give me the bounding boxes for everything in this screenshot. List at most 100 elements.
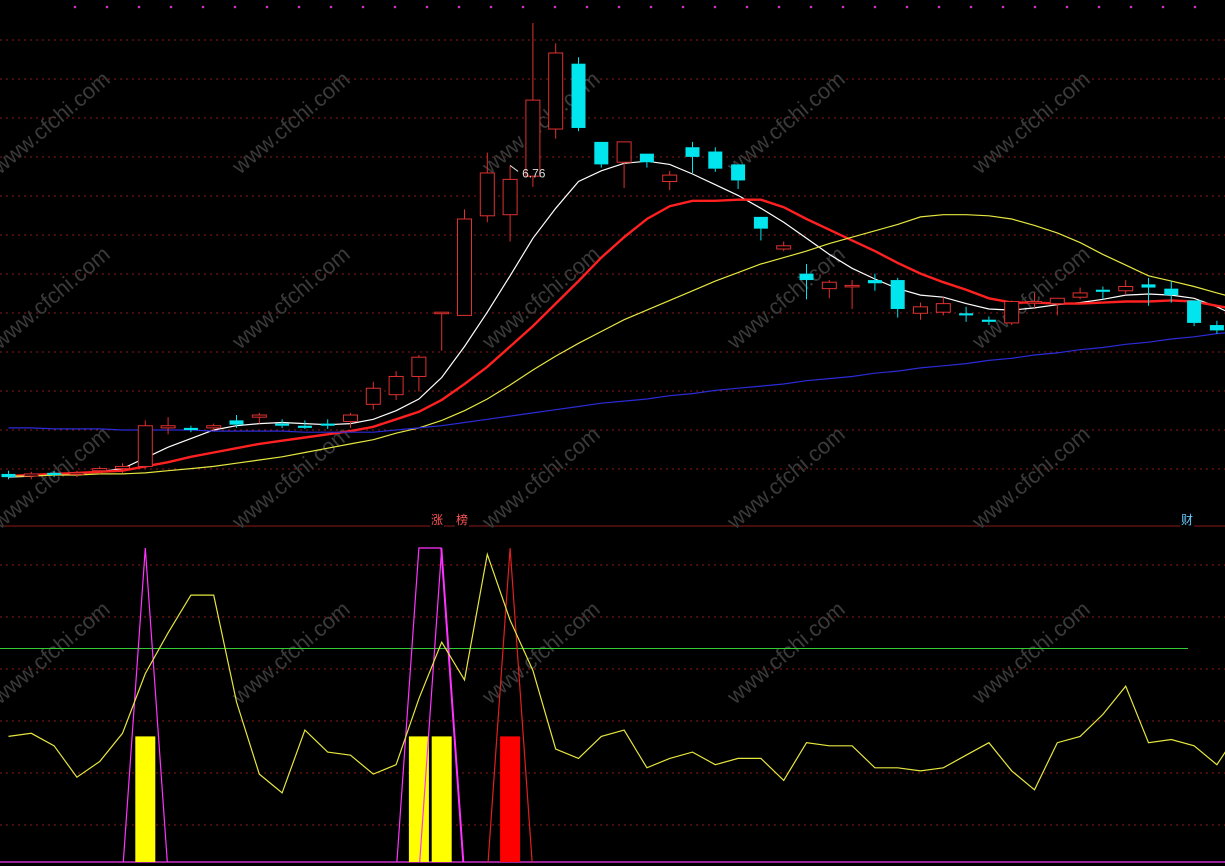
tag-label: 榜 <box>456 512 468 527</box>
watermark-text: www.cfchi.com <box>0 596 115 709</box>
watermark-text: www.cfchi.com <box>966 596 1094 709</box>
candle-body-down <box>1187 300 1202 323</box>
candle-body-up <box>502 178 518 216</box>
top-marker-dot <box>73 5 77 9</box>
top-marker-dot <box>841 5 845 9</box>
top-marker-dot <box>457 5 461 9</box>
watermark-text: www.cfchi.com <box>0 241 115 354</box>
top-marker-dot <box>1065 5 1069 9</box>
top-marker-dot <box>1161 5 1165 9</box>
top-marker-dot <box>713 5 717 9</box>
candle-body-down <box>685 147 700 157</box>
watermark-text: www.cfchi.com <box>966 421 1094 534</box>
candle-body-up <box>1004 300 1020 324</box>
candle-body-up <box>1049 297 1065 305</box>
top-marker-dot <box>777 5 781 9</box>
ma-line <box>8 198 1225 478</box>
top-marker-dot <box>521 5 525 9</box>
candle-body-up <box>844 284 860 288</box>
signal-tags: 涨榜 财 <box>430 512 1194 527</box>
candle-body-down <box>1 473 16 478</box>
top-marker-dot <box>233 5 237 9</box>
top-marker-dot <box>297 5 301 9</box>
ma-line <box>8 332 1225 433</box>
indicator-pane <box>0 547 1225 863</box>
max-pointer <box>509 165 519 172</box>
candle-body-up <box>479 172 495 217</box>
signal-bar <box>408 736 429 862</box>
tag-up: 榜 <box>455 512 469 527</box>
watermark-text: www.cfchi.com <box>476 421 604 534</box>
candle-body-up <box>434 311 450 315</box>
top-marker-dot <box>905 5 909 9</box>
tag-label: 财 <box>1181 513 1193 527</box>
top-marker-dot <box>393 5 397 9</box>
signal-bar <box>500 736 521 862</box>
top-marker-dot <box>745 5 749 9</box>
candle-body-up <box>1027 300 1042 304</box>
top-marker-dot <box>617 5 621 9</box>
watermark-text: www.cfchi.com <box>721 596 849 709</box>
max-price-label: 6.76 <box>522 166 546 180</box>
tag-label: 涨 <box>431 512 443 527</box>
watermark-text: www.cfchi.com <box>721 66 849 179</box>
candle-body-up <box>525 99 541 177</box>
candle-body-down <box>275 423 290 426</box>
candle-body-up <box>137 425 153 467</box>
candle-body-up <box>776 245 792 250</box>
top-marker-dot <box>1001 5 1005 9</box>
candle-body-down <box>981 319 996 322</box>
candle-body-up <box>92 468 108 472</box>
candle-body-down <box>320 423 335 426</box>
tag-cai: 财 <box>1180 513 1194 527</box>
candle-body-up <box>388 375 404 396</box>
watermark-text: www.cfchi.com <box>226 66 354 179</box>
top-marker-dot <box>1033 5 1037 9</box>
candle-body-down <box>297 425 312 428</box>
top-marker-dot <box>329 5 333 9</box>
candle-body-down <box>571 63 586 128</box>
top-marker-dot <box>265 5 269 9</box>
candle-body-up <box>457 218 472 316</box>
watermarks: www.cfchi.com www.cfchi.com www.cfchi.com w… <box>0 66 1095 709</box>
candle-body-up <box>821 281 837 290</box>
top-marker-dot <box>105 5 109 9</box>
top-marker-dot <box>169 5 173 9</box>
candle-body-down <box>731 164 746 181</box>
top-marker-dot <box>137 5 141 9</box>
candle-body-up <box>23 473 39 477</box>
top-marker-dot <box>681 5 685 9</box>
price-pane: 6.76 <box>1 22 1225 480</box>
candle-body-up <box>662 174 678 183</box>
watermark-text: www.cfchi.com <box>476 596 604 709</box>
top-marker-dot <box>361 5 365 9</box>
stock-chart: www.cfchi.com www.cfchi.com www.cfchi.com w… <box>0 5 1225 863</box>
candle-body-up <box>69 472 85 475</box>
indicator-line <box>8 551 1225 794</box>
top-marker-dot <box>937 5 941 9</box>
ma-line <box>8 214 1225 477</box>
top-marker-dot <box>1097 5 1101 9</box>
candle-body-down <box>594 141 609 165</box>
candle-body-up <box>913 306 928 314</box>
top-marker-dot <box>969 5 973 9</box>
top-marker-dot <box>809 5 813 9</box>
watermark-text: www.cfchi.com <box>226 421 354 534</box>
tag-up: 涨 <box>430 512 444 527</box>
watermark-text: www.cfchi.com <box>0 421 115 534</box>
candle-body-up <box>616 141 632 163</box>
candle-body-down <box>753 216 768 229</box>
candle-body-down <box>890 280 905 309</box>
candle-body-down <box>639 153 654 163</box>
watermark-text: www.cfchi.com <box>966 66 1094 179</box>
watermark-text: www.cfchi.com <box>721 241 849 354</box>
candle-body-up <box>251 414 267 418</box>
candle-body-up <box>935 303 951 313</box>
candle-body-down <box>959 313 974 316</box>
candle-body-down <box>867 280 882 284</box>
top-marker-dot <box>1193 5 1197 9</box>
candle-body-up <box>160 425 176 429</box>
candle-body-up <box>548 52 564 130</box>
top-marker-dot <box>1129 5 1133 9</box>
candle-body-down <box>799 273 814 281</box>
